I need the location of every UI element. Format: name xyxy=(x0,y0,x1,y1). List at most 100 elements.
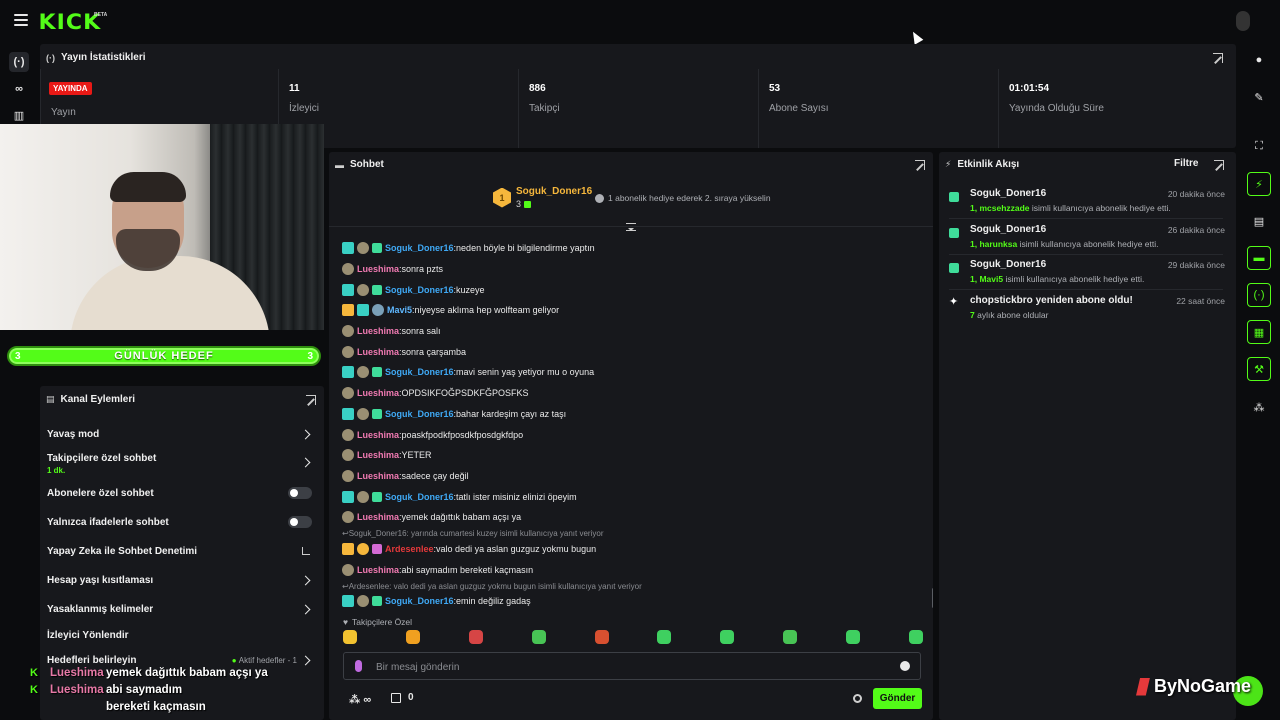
microphone-icon[interactable] xyxy=(355,660,362,672)
emote-icon[interactable] xyxy=(783,630,798,644)
chat-username[interactable]: Soguk_Doner16 xyxy=(385,367,454,377)
chat-message[interactable]: Mavi5: niyeyse aklıma hep wolfteam geliy… xyxy=(342,300,922,321)
emote-icon[interactable] xyxy=(846,630,860,644)
chat-username[interactable]: Soguk_Doner16 xyxy=(385,409,454,419)
notes-icon[interactable]: ▤ xyxy=(1247,209,1271,233)
link-icon[interactable]: ∞ xyxy=(9,79,29,99)
send-button[interactable]: Gönder xyxy=(873,688,922,709)
chat-username[interactable]: Lueshima xyxy=(357,326,399,336)
goal-target: 3 xyxy=(307,351,313,362)
chat-message[interactable]: Lueshima: poaskfpodkfposdkfposdgkfdpo xyxy=(342,424,922,445)
chat-settings-icon[interactable] xyxy=(853,694,862,703)
action-followers-only[interactable]: Takipçilere özel sohbet 1 dk. xyxy=(47,453,317,475)
chat-message[interactable]: Lueshima: sonra pzts xyxy=(342,259,922,280)
chat-message[interactable]: Soguk_Doner16: neden böyle bi bilgilendi… xyxy=(342,238,922,259)
action-account-age[interactable]: Hesap yaşı kısıtlaması xyxy=(47,575,317,586)
action-label: Yasaklanmış kelimeler xyxy=(47,604,154,615)
broadcast-icon[interactable]: (·) xyxy=(9,52,29,72)
chat-username[interactable]: Lueshima xyxy=(357,264,399,274)
chat-username[interactable]: Soguk_Doner16 xyxy=(385,492,454,502)
chat-username[interactable]: Mavi5 xyxy=(387,305,412,315)
popout-icon[interactable] xyxy=(1214,160,1224,170)
chat-message-input[interactable] xyxy=(376,659,876,675)
gift-badge-icon xyxy=(372,284,382,295)
popout-icon[interactable] xyxy=(915,160,925,170)
broadcast-toggle-icon[interactable]: (·) xyxy=(1247,283,1271,307)
stat-value: 01:01:54 xyxy=(1009,83,1050,94)
chat-message[interactable]: Lueshima: sonra çarşamba xyxy=(342,341,922,362)
chat-message[interactable]: Soguk_Doner16: emin değiliz gadaş xyxy=(342,591,922,612)
emoji-icon[interactable] xyxy=(900,661,910,671)
chat-username[interactable]: Lueshima xyxy=(357,347,399,357)
overlay-chat-line: K Lueshima yemek dağıttık babam açşı ya xyxy=(30,665,330,682)
emotes-only-toggle[interactable] xyxy=(288,516,312,528)
chat-message[interactable]: Lueshima: YETER xyxy=(342,445,922,466)
kick-logo[interactable]: KICK xyxy=(39,10,102,34)
popout-icon[interactable] xyxy=(306,395,316,405)
chat-message[interactable]: Lueshima: abi saymadım bereketi kaçmasın xyxy=(342,559,922,580)
cluster-icon[interactable]: ⁂ xyxy=(1247,395,1271,419)
vip-badge-icon xyxy=(372,304,384,317)
pinned-info: Soguk_Doner16 3 xyxy=(516,186,592,209)
expand-icon[interactable]: ⛶ xyxy=(1247,134,1271,158)
chat-scrollbar[interactable] xyxy=(932,588,933,608)
gift-subs-button[interactable]: 0 xyxy=(391,692,414,703)
chat-username[interactable]: Lueshima xyxy=(357,512,399,522)
top-bar: KICK BETA xyxy=(0,0,1280,42)
chat-message[interactable]: Lueshima: OPDSIKFOĞPSDKFĞPOSFKS xyxy=(342,383,922,404)
action-banned-words[interactable]: Yasaklanmış kelimeler xyxy=(47,604,317,615)
info-icon[interactable]: ● xyxy=(1247,48,1271,72)
analytics-icon[interactable]: ▥ xyxy=(9,105,29,125)
crown-badge-icon xyxy=(342,542,354,555)
chat-message[interactable]: Soguk_Doner16: bahar kardeşim çayı az ta… xyxy=(342,404,922,425)
og-badge-icon xyxy=(342,563,354,576)
layout-icon[interactable]: ▦ xyxy=(1247,320,1271,344)
lightning-icon[interactable]: ⚡ xyxy=(1247,172,1271,196)
action-slow-mode[interactable]: Yavaş mod xyxy=(47,429,317,440)
chat-username[interactable]: Soguk_Doner16 xyxy=(385,596,454,606)
action-ai-moderation[interactable]: Yapay Zeka ile Sohbet Denetimi xyxy=(47,546,317,557)
chat-username[interactable]: Lueshima xyxy=(357,388,399,398)
filter-button[interactable]: Filtre xyxy=(1174,158,1198,169)
user-avatar[interactable] xyxy=(1236,11,1250,31)
kicks-balance[interactable]: ⁂ ∞ xyxy=(349,693,371,706)
emote-icon[interactable] xyxy=(531,630,546,644)
pinned-note: 1 abonelik hediye ederek 2. sıraya yükse… xyxy=(595,193,771,203)
collapse-pinned-icon[interactable] xyxy=(626,223,636,231)
chat-message[interactable]: Lueshima: yemek dağıttık babam açşı ya xyxy=(342,507,922,528)
chat-message[interactable]: Ardesenlee: valo dedi ya aslan guzguz yo… xyxy=(342,539,922,560)
emote-section-text: Takipçilere Özel xyxy=(352,617,413,627)
emote-icon[interactable] xyxy=(594,630,609,644)
chat-username[interactable]: Ardesenlee xyxy=(385,544,434,554)
activity-time: 29 dakika önce xyxy=(1167,260,1225,270)
popout-icon[interactable] xyxy=(1213,53,1223,63)
chat-username[interactable]: Lueshima xyxy=(357,450,399,460)
chat-toggle-icon[interactable]: ▬ xyxy=(1247,246,1271,270)
chat-username[interactable]: Soguk_Doner16 xyxy=(385,243,454,253)
emote-icon[interactable] xyxy=(468,630,483,644)
chat-message[interactable]: Soguk_Doner16: mavi senin yaş yetiyor mu… xyxy=(342,362,922,383)
chat-username[interactable]: Lueshima xyxy=(357,471,399,481)
emote-icon[interactable] xyxy=(405,630,420,644)
gift-badge-icon xyxy=(372,491,382,502)
action-host[interactable]: İzleyici Yönlendir xyxy=(47,630,317,641)
chat-message[interactable]: Soguk_Doner16: kuzeye xyxy=(342,279,922,300)
chat-username[interactable]: Lueshima xyxy=(357,565,399,575)
chat-username[interactable]: Lueshima xyxy=(357,430,399,440)
edit-icon[interactable]: ✎ xyxy=(1247,85,1271,109)
menu-icon[interactable] xyxy=(14,14,28,26)
pinned-gifter[interactable]: 1 Soguk_Doner16 3 xyxy=(493,186,592,209)
emote-icon[interactable] xyxy=(720,630,735,644)
chat-message[interactable]: Soguk_Doner16: tatlı ister misiniz elini… xyxy=(342,486,922,507)
chat-message[interactable]: Lueshima: sadece çay değil xyxy=(342,466,922,487)
wrench-icon[interactable]: ⚒ xyxy=(1247,357,1271,381)
watermark-logo-icon xyxy=(1136,677,1150,696)
live-badge: YAYINDA xyxy=(49,82,92,95)
emote-icon[interactable] xyxy=(657,630,672,644)
subscribers-only-toggle[interactable] xyxy=(288,487,312,499)
chat-username[interactable]: Soguk_Doner16 xyxy=(385,285,454,295)
emote-icon[interactable] xyxy=(908,630,923,644)
emote-icon[interactable] xyxy=(343,630,357,644)
og-badge-icon xyxy=(342,345,354,358)
chat-message[interactable]: Lueshima: sonra salı xyxy=(342,321,922,342)
